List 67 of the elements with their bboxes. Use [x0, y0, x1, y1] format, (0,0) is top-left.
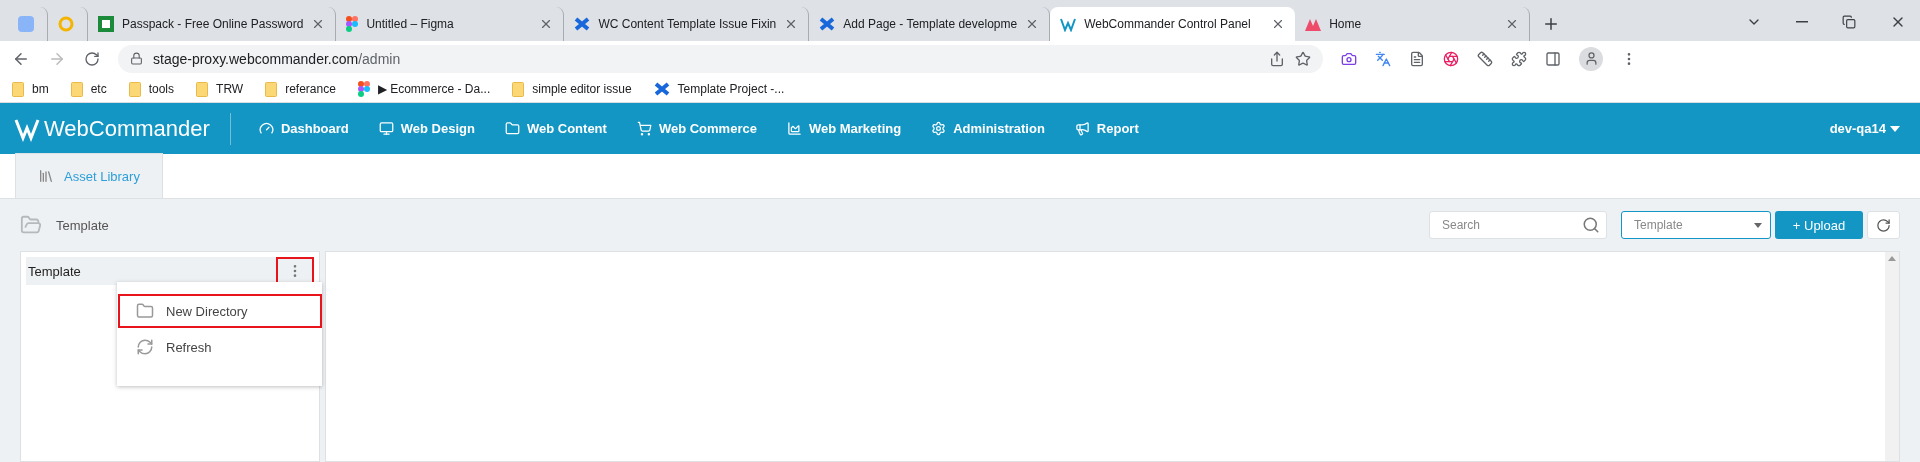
app-icon — [18, 16, 34, 32]
mountain-icon — [1305, 17, 1322, 31]
tree-row[interactable]: Template — [26, 257, 314, 285]
bookmark[interactable]: tools — [128, 81, 175, 97]
minimize-icon[interactable] — [1796, 21, 1808, 23]
refresh-icon — [1876, 217, 1891, 233]
figma-icon — [357, 81, 370, 97]
share-icon — [1269, 50, 1285, 67]
ring-icon — [58, 16, 74, 32]
side-panel-icon — [1545, 50, 1561, 67]
refresh-button[interactable] — [1867, 211, 1900, 239]
scrollbar[interactable] — [1885, 252, 1899, 461]
caret-icon — [1890, 125, 1900, 132]
square-icon — [98, 16, 114, 32]
bookmark[interactable]: etc — [70, 81, 107, 97]
browser-tab[interactable]: WebCommander Control Panel — [1050, 7, 1296, 41]
camera-icon — [1341, 50, 1357, 67]
document-icon — [1409, 50, 1425, 67]
folder-icon — [504, 121, 520, 136]
bookmark[interactable]: ▶ Ecommerce - Da... — [357, 81, 491, 97]
folder-icon — [70, 81, 83, 97]
cart-icon — [636, 121, 652, 136]
star-icon — [1295, 50, 1311, 67]
megaphone-icon — [1074, 121, 1090, 136]
bookmark[interactable]: Template Project -... — [653, 81, 785, 97]
ruler-icon — [1477, 50, 1493, 67]
scroll-up-icon[interactable] — [1888, 256, 1896, 261]
settings-icon — [931, 121, 947, 136]
color-wheel-icon — [1443, 50, 1459, 67]
search-icon — [1582, 216, 1600, 234]
folder-icon — [136, 302, 154, 320]
bookmark[interactable]: TRW — [196, 81, 244, 97]
type-select[interactable]: Template — [1621, 211, 1771, 239]
bookmark[interactable]: simple editor issue — [512, 81, 632, 97]
bookmark[interactable]: bm — [12, 81, 49, 97]
profile-avatar[interactable] — [1579, 46, 1603, 71]
puzzle-icon — [1511, 50, 1527, 67]
figma-icon — [346, 16, 359, 32]
monitor-icon — [378, 121, 394, 136]
bookmark[interactable]: referance — [265, 81, 336, 97]
folder-open-icon — [20, 214, 42, 236]
books-icon — [38, 168, 55, 184]
tree-label: Template — [28, 263, 81, 279]
folder-icon — [265, 81, 278, 97]
address-bar[interactable]: stage-proxy.webcommander.com/admin — [118, 44, 1323, 73]
refresh-icon — [136, 338, 154, 356]
chart-icon — [786, 121, 802, 136]
folder-icon — [512, 81, 525, 97]
reload-icon — [84, 50, 100, 67]
cross-icon — [653, 81, 670, 97]
restore-icon — [1842, 15, 1856, 29]
url-text: stage-proxy.webcommander.com/admin — [153, 50, 402, 67]
w-icon — [1060, 16, 1077, 32]
caret-icon — [1754, 222, 1762, 228]
search-field[interactable]: Search — [1429, 211, 1607, 239]
breadcrumb: Template — [56, 217, 109, 233]
cross-icon — [574, 16, 591, 32]
menu-item[interactable]: New Directory — [118, 294, 322, 328]
translate-icon — [1375, 50, 1391, 67]
lock-icon — [130, 52, 143, 65]
folder-icon — [12, 81, 24, 97]
cross-icon — [819, 16, 836, 32]
search-input[interactable]: Search — [1440, 217, 1582, 233]
folder-icon — [196, 81, 209, 97]
menu-item[interactable]: Refresh — [118, 330, 322, 364]
gauge-icon — [258, 121, 274, 136]
folder-icon — [128, 81, 141, 97]
